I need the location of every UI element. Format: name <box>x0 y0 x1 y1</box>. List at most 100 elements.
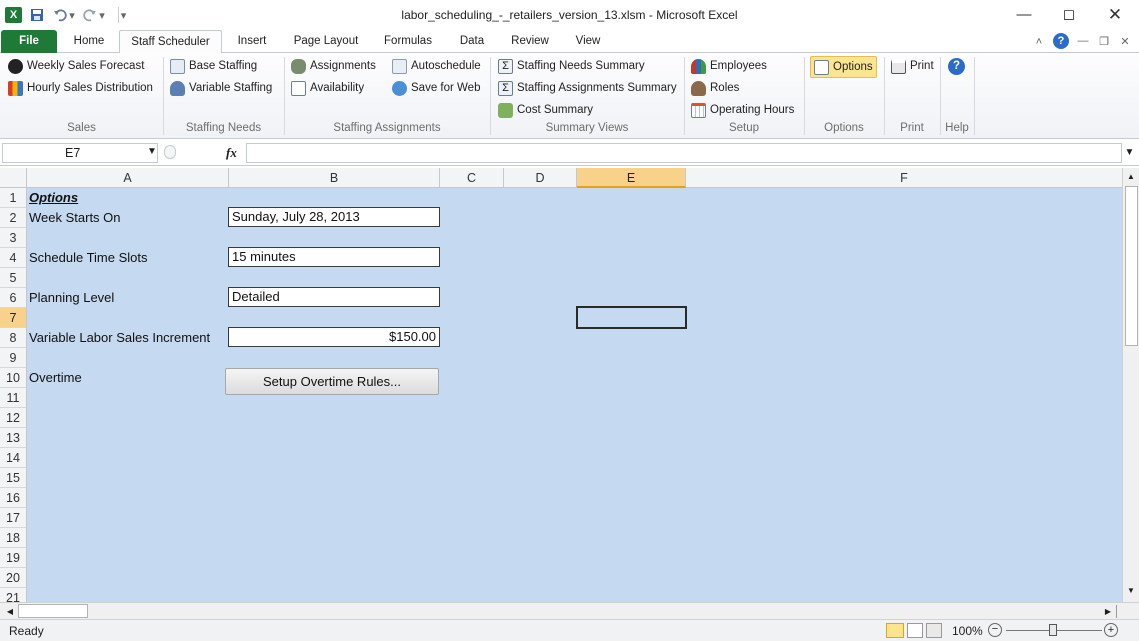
vertical-scroll-thumb[interactable] <box>1125 186 1138 346</box>
row-header[interactable]: 5 <box>0 268 26 288</box>
tab-view[interactable]: View <box>563 30 613 53</box>
vertical-scrollbar[interactable]: ▲ ▼ <box>1122 168 1139 602</box>
horizontal-scroll-thumb[interactable] <box>18 604 88 618</box>
overtime-label: Overtime <box>29 370 82 385</box>
normal-view-icon[interactable] <box>886 623 904 638</box>
setup-overtime-rules-button[interactable]: Setup Overtime Rules... <box>225 368 439 395</box>
workbook-restore-icon[interactable]: ❐ <box>1097 33 1111 49</box>
row-header[interactable]: 3 <box>0 228 26 248</box>
row-header[interactable]: 15 <box>0 468 26 488</box>
planning-level-field[interactable]: Detailed <box>228 287 440 307</box>
row-header[interactable]: 17 <box>0 508 26 528</box>
formula-input[interactable] <box>246 143 1122 163</box>
tab-formulas[interactable]: Formulas <box>375 30 441 53</box>
window-title: labor_scheduling_-_retailers_version_13.… <box>401 8 738 22</box>
page-break-view-icon[interactable] <box>926 623 942 638</box>
expand-formula-bar-icon[interactable]: ▼ <box>1122 144 1137 162</box>
row-header[interactable]: 9 <box>0 348 26 368</box>
split-handle[interactable] <box>1116 605 1120 618</box>
base-staffing-button[interactable]: Base Staffing <box>170 56 257 76</box>
autoschedule-button[interactable]: Autoschedule <box>392 56 481 76</box>
row-header[interactable]: 20 <box>0 568 26 588</box>
row-header[interactable]: 14 <box>0 448 26 468</box>
column-header-a[interactable]: A <box>27 168 229 188</box>
scroll-right-icon[interactable]: ▶ <box>1102 605 1114 618</box>
row-header[interactable]: 2 <box>0 208 26 228</box>
tab-staff-scheduler[interactable]: Staff Scheduler <box>119 30 222 54</box>
close-button[interactable]: ✕ <box>1101 5 1129 25</box>
availability-button[interactable]: Availability <box>291 78 364 98</box>
row-header[interactable]: 10 <box>0 368 26 388</box>
name-box[interactable]: E7 ▼ <box>2 143 158 163</box>
employees-button[interactable]: Employees <box>691 56 767 76</box>
row-header[interactable]: 13 <box>0 428 26 448</box>
scroll-left-icon[interactable]: ◀ <box>4 605 16 618</box>
tab-insert[interactable]: Insert <box>226 30 278 53</box>
weekly-sales-forecast-button[interactable]: Weekly Sales Forecast <box>8 56 144 76</box>
assignments-button[interactable]: Assignments <box>291 56 376 76</box>
row-header[interactable]: 11 <box>0 388 26 408</box>
resize-handle[interactable] <box>164 145 176 159</box>
column-header-f[interactable]: F <box>686 168 1122 188</box>
time-slots-field[interactable]: 15 minutes <box>228 247 440 267</box>
column-header-b[interactable]: B <box>229 168 440 188</box>
scroll-down-icon[interactable]: ▼ <box>1125 584 1137 598</box>
help-icon: ? <box>948 57 965 75</box>
operating-hours-button[interactable]: Operating Hours <box>691 100 794 120</box>
roles-button[interactable]: Roles <box>691 78 739 98</box>
help-button[interactable]: ? <box>948 56 969 76</box>
minimize-button[interactable]: — <box>1010 5 1038 25</box>
zoom-in-icon[interactable]: + <box>1104 623 1118 637</box>
column-header-c[interactable]: C <box>440 168 504 188</box>
variable-staffing-button[interactable]: Variable Staffing <box>170 78 272 98</box>
active-cell-e7[interactable] <box>576 306 687 329</box>
row-header[interactable]: 1 <box>0 188 26 208</box>
ribbon-tabs: File Home Staff Scheduler Insert Page La… <box>0 30 1139 54</box>
zoom-level[interactable]: 100% <box>952 624 983 638</box>
maximize-button[interactable]: ◻ <box>1055 5 1083 25</box>
horizontal-scrollbar-area: ◀ ▶ <box>0 602 1139 619</box>
row-header[interactable]: 4 <box>0 248 26 268</box>
cost-summary-button[interactable]: Cost Summary <box>498 100 593 120</box>
save-for-web-button[interactable]: Save for Web <box>392 78 480 98</box>
zoom-slider-thumb[interactable] <box>1049 624 1057 636</box>
row-header-selected[interactable]: 7 <box>0 308 26 328</box>
collapse-ribbon-icon[interactable]: ˄ <box>1032 34 1046 50</box>
grid-calendar-icon <box>691 102 706 118</box>
column-header-e[interactable]: E <box>577 168 686 188</box>
print-button[interactable]: Print <box>891 56 934 76</box>
help-icon[interactable]: ? <box>1053 33 1069 49</box>
page-layout-view-icon[interactable] <box>907 623 923 638</box>
tab-home[interactable]: Home <box>63 30 115 53</box>
row-headers: 1 2 3 4 5 6 7 8 9 10 11 12 13 14 15 16 1… <box>0 188 27 602</box>
row-header[interactable]: 16 <box>0 488 26 508</box>
worksheet[interactable]: Options Week Starts On Sunday, July 28, … <box>27 188 1122 602</box>
workbook-close-icon[interactable]: ✕ <box>1118 33 1132 49</box>
row-header[interactable]: 6 <box>0 288 26 308</box>
hourly-sales-distribution-button[interactable]: Hourly Sales Distribution <box>8 78 153 98</box>
row-header[interactable]: 18 <box>0 528 26 548</box>
fx-icon[interactable]: fx <box>226 145 237 161</box>
tab-file[interactable]: File <box>1 30 57 53</box>
select-all-corner[interactable] <box>0 168 27 188</box>
tab-data[interactable]: Data <box>448 30 496 53</box>
row-header[interactable]: 12 <box>0 408 26 428</box>
options-button[interactable]: Options <box>810 56 877 78</box>
row-header[interactable]: 8 <box>0 328 26 348</box>
group-label-options: Options <box>824 122 864 134</box>
row-header[interactable]: 19 <box>0 548 26 568</box>
sigma-icon: Σ <box>498 80 513 96</box>
workbook-minimize-icon[interactable]: — <box>1076 33 1090 49</box>
tab-review[interactable]: Review <box>503 30 557 53</box>
tab-page-layout[interactable]: Page Layout <box>284 30 368 53</box>
zoom-out-icon[interactable]: − <box>988 623 1002 637</box>
formula-bar: E7 ▼ fx ▼ <box>0 140 1139 166</box>
scroll-up-icon[interactable]: ▲ <box>1125 170 1137 184</box>
week-starts-field[interactable]: Sunday, July 28, 2013 <box>228 207 440 227</box>
staffing-needs-summary-button[interactable]: Σ Staffing Needs Summary <box>498 56 645 76</box>
row-header[interactable]: 21 <box>0 588 26 602</box>
variable-labor-field[interactable]: $150.00 <box>228 327 440 347</box>
staffing-assignments-summary-button[interactable]: Σ Staffing Assignments Summary <box>498 78 677 98</box>
column-header-d[interactable]: D <box>504 168 577 188</box>
chevron-down-icon[interactable]: ▼ <box>147 146 157 157</box>
